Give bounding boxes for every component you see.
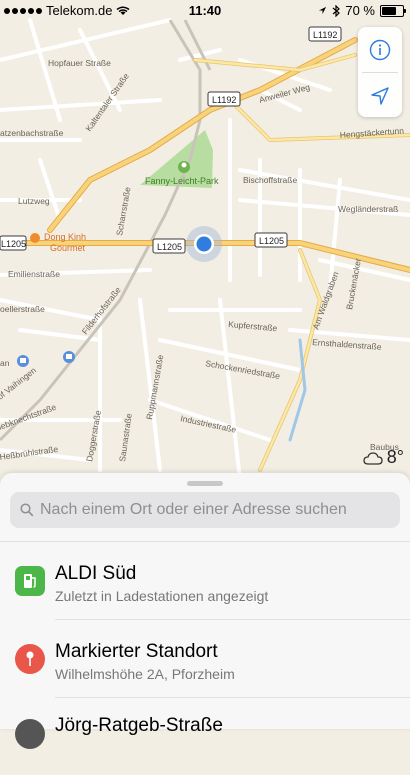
- status-bar: Telekom.de 11:40 70 %: [0, 0, 410, 20]
- road-badge-text: L1205: [157, 242, 182, 252]
- street-label: Emilienstraße: [8, 269, 60, 279]
- sheet-grabber[interactable]: [187, 481, 223, 486]
- battery-percent: 70 %: [345, 3, 375, 18]
- park-marker-icon[interactable]: [178, 161, 190, 173]
- transit-marker-icon[interactable]: [63, 351, 75, 363]
- road-badge-text: L1205: [1, 239, 26, 249]
- road-badge-l1205-left: L1205: [0, 235, 27, 251]
- pin-icon: [15, 644, 45, 674]
- road-badge-l1205-center: L1205: [152, 238, 186, 254]
- divider: [0, 541, 410, 542]
- road-badge-l1192-top: L1192: [308, 26, 342, 42]
- info-icon: [369, 39, 391, 60]
- road-badge-text: L1192: [212, 95, 236, 105]
- street-label: oellerstraße: [0, 304, 45, 314]
- street-label: Bischoffstraße: [243, 175, 297, 185]
- result-row-aldi[interactable]: ALDI Süd Zuletzt in Ladestationen angeze…: [0, 543, 410, 619]
- road-badge-l1192: L1192: [207, 91, 241, 107]
- result-row-street[interactable]: Jörg-Ratgeb-Straße: [0, 699, 410, 775]
- street-label: Hopfauer Straße: [48, 58, 111, 68]
- divider: [55, 697, 410, 698]
- result-subtitle: Wilhelmshöhe 2A, Pforzheim: [55, 666, 235, 682]
- search-bar[interactable]: [10, 492, 400, 528]
- road-badge-text: L1205: [259, 236, 284, 246]
- road-badge-l1205-right: L1205: [254, 232, 288, 248]
- map-controls: [358, 27, 402, 117]
- location-services-icon: [319, 6, 327, 15]
- map-info-button[interactable]: [358, 27, 402, 72]
- park-label: Fanny-Leicht-Park: [145, 176, 219, 186]
- cloud-icon: [363, 451, 383, 465]
- result-title: Markierter Standort: [55, 641, 218, 662]
- weather-badge: 8°: [363, 447, 404, 468]
- restaurant-marker-icon[interactable]: [30, 233, 40, 243]
- search-icon: [20, 503, 34, 517]
- result-title: ALDI Süd: [55, 563, 137, 584]
- transit-marker-icon[interactable]: [17, 355, 29, 367]
- road-badge-text: L1192: [313, 30, 337, 40]
- result-title: Jörg-Ratgeb-Straße: [55, 715, 223, 736]
- track-location-button[interactable]: [358, 73, 402, 118]
- weather-temperature: 8°: [386, 447, 404, 467]
- street-label: Wegländerstraß: [338, 204, 398, 214]
- bottom-sheet[interactable]: ALDI Süd Zuletzt in Ladestationen angeze…: [0, 473, 410, 749]
- poi-label-line2: Gourmet: [50, 243, 86, 253]
- battery-icon: [380, 4, 406, 17]
- charging-station-icon: [15, 566, 45, 596]
- poi-label-line1: Dong Kinh: [44, 232, 86, 242]
- location-arrow-icon: [371, 86, 389, 105]
- result-subtitle: Zuletzt in Ladestationen angezeigt: [55, 588, 269, 604]
- search-input[interactable]: [38, 500, 392, 520]
- current-location-icon[interactable]: [186, 226, 222, 262]
- result-row-marked-location[interactable]: Markierter Standort Wilhelmshöhe 2A, Pfo…: [0, 621, 410, 697]
- street-label: an: [0, 358, 10, 368]
- map-view[interactable]: L1192 L1192 L1205 L1205 L1205 Fanny-Leic…: [0, 0, 410, 480]
- divider: [55, 619, 410, 620]
- status-right: 70 %: [318, 3, 406, 18]
- street-label: atzenbachstraße: [0, 128, 64, 138]
- map-canvas[interactable]: L1192 L1192 L1205 L1205 L1205 Fanny-Leic…: [0, 0, 410, 480]
- place-icon: [15, 719, 45, 749]
- street-label: Lutzweg: [18, 196, 50, 206]
- bluetooth-icon: [332, 4, 341, 17]
